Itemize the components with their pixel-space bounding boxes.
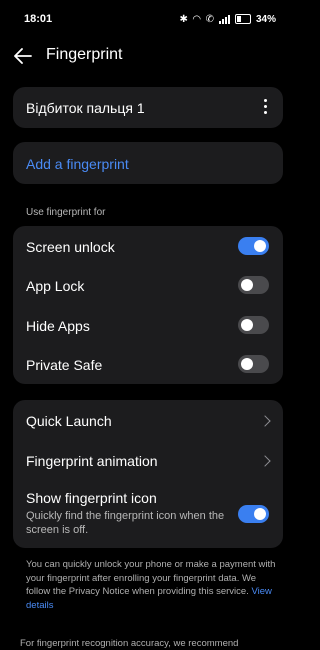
setting-label: Private Safe	[26, 356, 103, 373]
section-label: Use fingerprint for	[26, 207, 106, 218]
battery-percent: 34%	[255, 13, 276, 25]
use-fingerprint-card: Screen unlock App Lock Hide Apps Private…	[13, 226, 283, 384]
signal-icon	[218, 14, 230, 24]
setting-private-safe[interactable]: Private Safe	[13, 345, 283, 384]
more-settings-card: Quick Launch Fingerprint animation Show …	[13, 400, 283, 548]
chevron-right-icon	[259, 415, 271, 427]
fingerprint-animation-item[interactable]: Fingerprint animation	[13, 441, 283, 480]
fingerprint-name: Відбиток пальця 1	[26, 99, 145, 116]
call-icon: ✆	[205, 13, 214, 25]
quick-launch-label: Quick Launch	[26, 412, 112, 429]
back-arrow-icon[interactable]	[14, 47, 32, 65]
show-icon-label: Show fingerprint icon	[26, 490, 157, 506]
bluetooth-icon: ✱	[179, 13, 188, 25]
add-fingerprint-button[interactable]: Add a fingerprint	[13, 142, 283, 184]
status-bar: 18:01 ✱ ◠ ✆ 34%	[0, 0, 296, 38]
battery-icon	[234, 14, 251, 24]
chevron-right-icon	[259, 455, 271, 467]
setting-label: Screen unlock	[26, 238, 115, 255]
info-text: You can quickly unlock your phone or mak…	[26, 558, 276, 612]
fingerprint-animation-label: Fingerprint animation	[26, 452, 158, 469]
page-title: Fingerprint	[46, 46, 123, 63]
setting-app-lock[interactable]: App Lock	[13, 266, 283, 305]
screen-unlock-toggle[interactable]	[238, 237, 269, 255]
show-icon-subtitle: Quickly find the fingerprint icon when t…	[26, 510, 225, 536]
footer-text: For fingerprint recognition accuracy, we…	[20, 638, 239, 649]
status-time: 18:01	[24, 13, 53, 25]
quick-launch-item[interactable]: Quick Launch	[13, 401, 283, 440]
app-lock-toggle[interactable]	[238, 276, 269, 294]
fingerprint-item[interactable]: Відбиток пальця 1	[13, 87, 283, 128]
status-icons: ✱ ◠ ✆ 34%	[180, 14, 277, 25]
app-header: Fingerprint	[0, 38, 296, 74]
setting-label: App Lock	[26, 277, 85, 294]
wifi-icon: ◠	[192, 13, 201, 25]
add-fingerprint-label: Add a fingerprint	[26, 155, 129, 172]
info-description: You can quickly unlock your phone or mak…	[26, 559, 276, 597]
private-safe-toggle[interactable]	[238, 355, 269, 373]
more-options-icon[interactable]	[263, 99, 267, 114]
show-icon-toggle[interactable]	[238, 505, 269, 523]
setting-label: Hide Apps	[26, 317, 90, 334]
hide-apps-toggle[interactable]	[238, 316, 269, 334]
setting-hide-apps[interactable]: Hide Apps	[13, 306, 283, 345]
setting-screen-unlock[interactable]: Screen unlock	[13, 227, 283, 266]
